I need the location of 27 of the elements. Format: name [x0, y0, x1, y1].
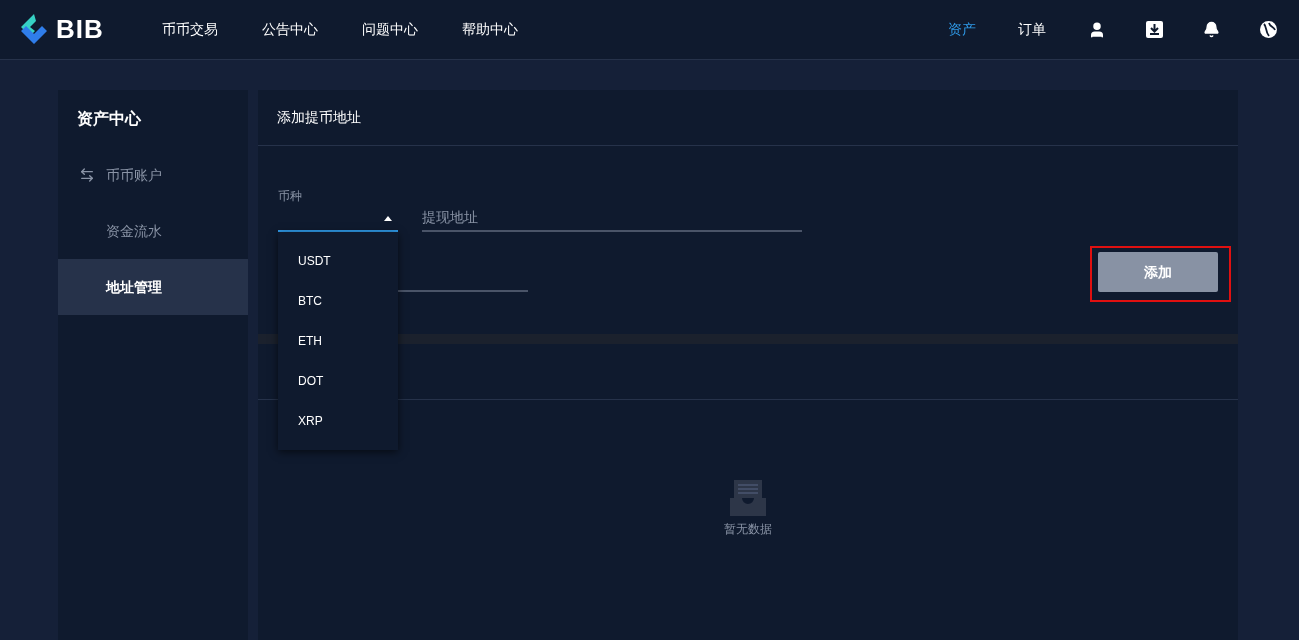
empty-inbox-icon: [730, 480, 766, 516]
logo-text: BIB: [56, 13, 104, 46]
dropdown-option[interactable]: USDT: [278, 241, 398, 281]
dropdown-option[interactable]: DOT: [278, 361, 398, 401]
sidebar-item[interactable]: 资金流水: [58, 203, 248, 259]
nav-link[interactable]: 公告中心: [262, 19, 318, 40]
transfer-icon: [79, 167, 95, 183]
nav-link[interactable]: 订单: [1018, 19, 1046, 40]
sidebar-group[interactable]: 币币账户: [58, 147, 248, 203]
sidebar-item[interactable]: 地址管理: [58, 259, 248, 315]
sidebar-title: 资产中心: [76, 109, 142, 129]
nav-link[interactable]: 问题中心: [362, 19, 418, 40]
nav-link[interactable]: 帮助中心: [462, 19, 518, 40]
download-icon[interactable]: [1146, 21, 1163, 38]
panel-title: 添加提币地址: [258, 90, 1238, 146]
caret-icon: [384, 215, 392, 221]
dropdown-option[interactable]: BTC: [278, 281, 398, 321]
address-field[interactable]: 提现地址: [422, 204, 802, 232]
dropdown-option[interactable]: XRP: [278, 401, 398, 441]
user-icon[interactable]: [1088, 20, 1106, 39]
nav-link[interactable]: 资产: [948, 19, 976, 40]
globe-icon[interactable]: [1260, 21, 1277, 38]
empty-state-text: 暂无数据: [724, 521, 772, 538]
notification-icon[interactable]: [1203, 21, 1220, 38]
dropdown-option[interactable]: ETH: [278, 321, 398, 361]
nav-link[interactable]: 币币交易: [162, 19, 218, 40]
field-label: 币种: [278, 188, 302, 205]
